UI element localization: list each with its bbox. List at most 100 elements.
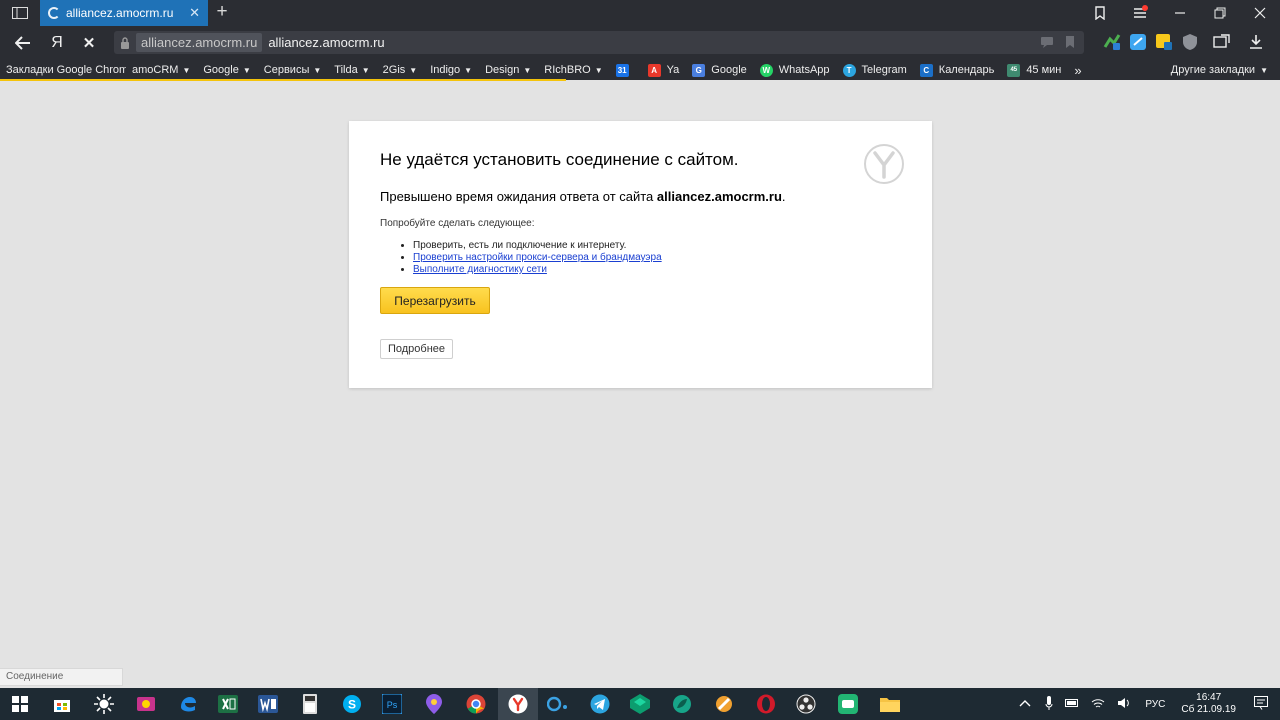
- maps-pin-icon[interactable]: [422, 692, 446, 716]
- opera-icon[interactable]: [754, 692, 778, 716]
- wifi-icon[interactable]: [1091, 697, 1105, 712]
- back-button[interactable]: [10, 30, 36, 56]
- microphone-icon[interactable]: [1045, 695, 1053, 713]
- details-button[interactable]: Подробнее: [380, 339, 453, 359]
- outlook-icon[interactable]: [546, 692, 570, 716]
- bookmark-folder-indigo[interactable]: Indigo ▼: [424, 60, 479, 80]
- sidebar-toggle-icon[interactable]: [6, 2, 34, 24]
- excel-icon[interactable]: [216, 692, 240, 716]
- chevron-up-icon[interactable]: [1019, 699, 1031, 710]
- address-url-text[interactable]: alliancez.amocrm.ru: [268, 35, 384, 50]
- green-app-icon[interactable]: [628, 692, 652, 716]
- menu-icon[interactable]: [1120, 0, 1160, 26]
- yandex-browser-taskbar-icon[interactable]: [506, 692, 530, 716]
- bookmark-folder-label: Сервисы: [263, 64, 310, 76]
- bookmark-folder-amocrm[interactable]: amoCRM ▼: [126, 60, 197, 80]
- suggestion-diagnostics[interactable]: Выполните диагностику сети: [413, 264, 662, 276]
- bookmark-folder-tilda[interactable]: Tilda ▼: [328, 60, 376, 80]
- tab-active[interactable]: alliancez.amocrm.ru ✕: [40, 0, 208, 26]
- game-app-icon[interactable]: [836, 692, 860, 716]
- bookmark-45min[interactable]: 45 45 мин: [1001, 60, 1068, 80]
- yandex-logo-icon[interactable]: Я: [44, 30, 70, 56]
- timer-45-icon: 45: [1007, 63, 1021, 77]
- store-icon[interactable]: [50, 692, 74, 716]
- gear-tool-icon[interactable]: [712, 692, 736, 716]
- system-tray: РУС 16:47 Сб 21.09.19: [1019, 688, 1280, 720]
- bookmark-folder-richbro[interactable]: RIchBRO ▼: [538, 60, 609, 80]
- address-bar[interactable]: alliancez.amocrm.ru alliancez.amocrm.ru: [114, 31, 1084, 54]
- chevron-down-icon: ▼: [409, 65, 418, 75]
- lock-icon[interactable]: [114, 36, 136, 49]
- telegram-icon: T: [842, 63, 856, 77]
- photoshop-icon[interactable]: Ps: [380, 692, 404, 716]
- calculator-icon[interactable]: [298, 692, 322, 716]
- restore-button[interactable]: [1200, 0, 1240, 26]
- check-proxy-link[interactable]: Проверить настройки прокси-сервера и бра…: [413, 252, 662, 263]
- photo-app-icon[interactable]: [134, 692, 158, 716]
- notification-center-icon[interactable]: [1254, 695, 1268, 713]
- bookmark-whatsapp[interactable]: W WhatsApp: [754, 60, 837, 80]
- minimize-button[interactable]: [1160, 0, 1200, 26]
- bookmark-calendar[interactable]: C Календарь: [914, 60, 1002, 80]
- extension-shield-icon[interactable]: [1180, 32, 1200, 52]
- screenshot-icon[interactable]: [1212, 32, 1232, 52]
- address-actions: [1040, 35, 1076, 49]
- collections-icon[interactable]: [1080, 0, 1120, 26]
- extension-tradingview-icon[interactable]: [1102, 32, 1122, 52]
- teal-app-icon[interactable]: [670, 692, 694, 716]
- window-controls: [1080, 0, 1280, 26]
- bookmark-label: Календарь: [938, 64, 995, 76]
- bookmarks-overflow-button[interactable]: »: [1068, 60, 1088, 80]
- language-indicator[interactable]: РУС: [1145, 699, 1165, 710]
- bookmark-folder-label: 2Gis: [382, 64, 406, 76]
- skype-icon[interactable]: S: [340, 692, 364, 716]
- close-button[interactable]: [1240, 0, 1280, 26]
- try-following-label: Попробуйте сделать следующее:: [380, 218, 535, 229]
- word-icon[interactable]: [256, 692, 280, 716]
- bookmark-google[interactable]: G Google: [686, 60, 753, 80]
- bookmark-ya[interactable]: A Ya: [642, 60, 687, 80]
- reload-button[interactable]: Перезагрузить: [380, 287, 490, 314]
- translate-icon[interactable]: [1040, 35, 1054, 49]
- bookmark-folder-2gis[interactable]: 2Gis ▼: [377, 60, 425, 80]
- stop-loading-button[interactable]: ✕: [76, 30, 102, 56]
- bookmark-folder-design[interactable]: Design ▼: [479, 60, 538, 80]
- extension-yellow-badge-icon[interactable]: [1154, 32, 1174, 52]
- clock[interactable]: 16:47 Сб 21.09.19: [1181, 692, 1236, 716]
- network-diagnostics-link[interactable]: Выполните диагностику сети: [413, 264, 547, 275]
- downloads-icon[interactable]: [1246, 32, 1266, 52]
- bookmark-folder-chrome[interactable]: Закладки Google Chrome: [0, 60, 126, 80]
- bookmark-folder-google[interactable]: Google ▼: [197, 60, 257, 80]
- bookmark-folder-label: Закладки Google Chrome: [6, 64, 126, 76]
- tab-close-icon[interactable]: ✕: [189, 5, 200, 21]
- bookmark-telegram[interactable]: T Telegram: [837, 60, 914, 80]
- bookmark-label: Google: [711, 64, 747, 76]
- obs-icon[interactable]: [794, 692, 818, 716]
- telegram-taskbar-icon[interactable]: [588, 692, 612, 716]
- windows-start-icon[interactable]: [8, 692, 32, 716]
- suggestion-check-proxy[interactable]: Проверить настройки прокси-сервера и бра…: [413, 252, 662, 264]
- bookmark-calendar-31[interactable]: 31: [610, 60, 642, 80]
- bookmark-folder-services[interactable]: Сервисы ▼: [258, 60, 329, 80]
- notification-dot: [1142, 5, 1148, 11]
- svg-text:S: S: [348, 698, 356, 712]
- error-message-text: Превышено время ожидания ответа от сайта: [380, 189, 657, 204]
- other-bookmarks-folder[interactable]: Другие закладки ▼: [1171, 60, 1268, 80]
- chrome-icon[interactable]: [464, 692, 488, 716]
- battery-icon[interactable]: [1065, 698, 1079, 710]
- page-load-progress: [0, 79, 566, 81]
- connection-error-card: Не удаётся установить соединение с сайто…: [349, 121, 932, 388]
- new-tab-button[interactable]: +: [212, 2, 232, 24]
- error-message-end: .: [781, 189, 786, 204]
- extension-bird-icon[interactable]: [1128, 32, 1148, 52]
- sun-icon[interactable]: [92, 692, 116, 716]
- bookmark-icon[interactable]: [1064, 35, 1076, 49]
- chevron-down-icon: ▼: [1260, 65, 1268, 75]
- chevron-down-icon: ▼: [464, 65, 473, 75]
- edge-icon[interactable]: [176, 692, 200, 716]
- file-explorer-icon[interactable]: [878, 692, 902, 716]
- volume-icon[interactable]: [1117, 697, 1131, 712]
- bookmark-label: Telegram: [861, 64, 907, 76]
- address-domain-chip[interactable]: alliancez.amocrm.ru: [136, 33, 263, 52]
- bookmark-label: Ya: [666, 64, 680, 76]
